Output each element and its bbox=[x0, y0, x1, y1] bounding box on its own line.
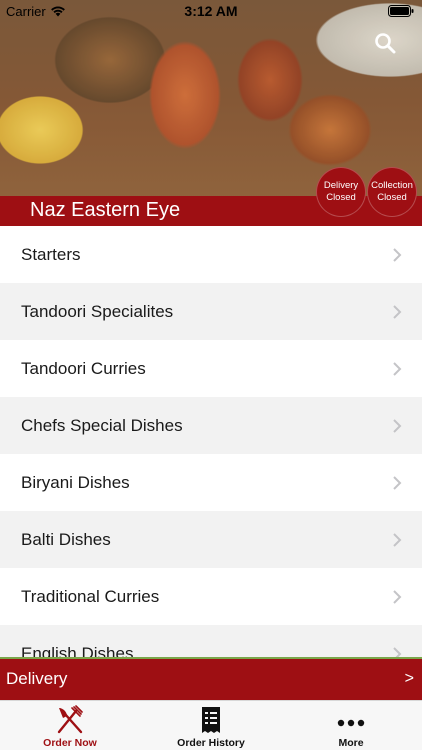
collection-status-line2: Closed bbox=[377, 192, 407, 203]
menu-category-list[interactable]: Starters Tandoori Specialites Tandoori C… bbox=[0, 226, 422, 657]
menu-category-tandoori-specialites[interactable]: Tandoori Specialites bbox=[0, 283, 422, 340]
chevron-right-icon bbox=[393, 646, 402, 657]
menu-category-starters[interactable]: Starters bbox=[0, 226, 422, 283]
order-mode-arrow: > bbox=[404, 670, 414, 687]
menu-category-label: Starters bbox=[21, 244, 81, 264]
search-icon[interactable] bbox=[374, 32, 396, 54]
menu-category-label: Chefs Special Dishes bbox=[21, 415, 183, 435]
hero-header: Carrier 3:12 AM Naz Eastern Eye Delivery… bbox=[0, 0, 422, 226]
status-bar: Carrier 3:12 AM bbox=[0, 0, 422, 22]
menu-category-chefs-special-dishes[interactable]: Chefs Special Dishes bbox=[0, 397, 422, 454]
more-dots-icon bbox=[337, 719, 365, 727]
order-mode-bar[interactable]: Delivery > bbox=[0, 657, 422, 700]
chevron-right-icon bbox=[393, 589, 402, 604]
menu-category-tandoori-curries[interactable]: Tandoori Curries bbox=[0, 340, 422, 397]
delivery-status-line2: Closed bbox=[326, 192, 356, 203]
chevron-right-icon bbox=[393, 418, 402, 433]
receipt-icon bbox=[202, 707, 220, 733]
menu-category-label: Tandoori Curries bbox=[21, 358, 146, 378]
tab-order-history[interactable]: Order History bbox=[141, 701, 281, 750]
menu-category-label: English Dishes bbox=[21, 643, 134, 658]
tab-label: Order History bbox=[177, 737, 245, 749]
chevron-right-icon bbox=[393, 247, 402, 262]
tab-bar: Order Now Order History More bbox=[0, 700, 422, 750]
menu-category-biryani-dishes[interactable]: Biryani Dishes bbox=[0, 454, 422, 511]
tab-more[interactable]: More bbox=[281, 701, 421, 750]
menu-category-label: Biryani Dishes bbox=[21, 472, 130, 492]
menu-category-english-dishes[interactable]: English Dishes bbox=[0, 625, 422, 657]
collection-status-line1: Collection bbox=[371, 180, 413, 191]
menu-category-label: Tandoori Specialites bbox=[21, 301, 174, 321]
menu-category-traditional-curries[interactable]: Traditional Curries bbox=[0, 568, 422, 625]
fork-knife-icon bbox=[57, 705, 83, 734]
tab-order-now[interactable]: Order Now bbox=[0, 701, 140, 750]
chevron-right-icon bbox=[393, 475, 402, 490]
delivery-status-line1: Delivery bbox=[323, 180, 359, 191]
battery-icon bbox=[388, 5, 414, 17]
chevron-right-icon bbox=[393, 361, 402, 376]
order-mode-label: Delivery bbox=[6, 669, 68, 688]
chevron-right-icon bbox=[393, 304, 402, 319]
collection-status-badge: Collection Closed bbox=[367, 167, 417, 217]
tab-label: More bbox=[338, 737, 364, 749]
menu-category-label: Traditional Curries bbox=[21, 586, 160, 606]
clock: 3:12 AM bbox=[184, 3, 238, 19]
menu-category-label: Balti Dishes bbox=[21, 529, 111, 549]
restaurant-name: Naz Eastern Eye bbox=[30, 199, 181, 221]
chevron-right-icon bbox=[393, 532, 402, 547]
tab-label: Order Now bbox=[43, 737, 97, 749]
menu-category-balti-dishes[interactable]: Balti Dishes bbox=[0, 511, 422, 568]
delivery-status-badge: Delivery Closed bbox=[316, 167, 366, 217]
